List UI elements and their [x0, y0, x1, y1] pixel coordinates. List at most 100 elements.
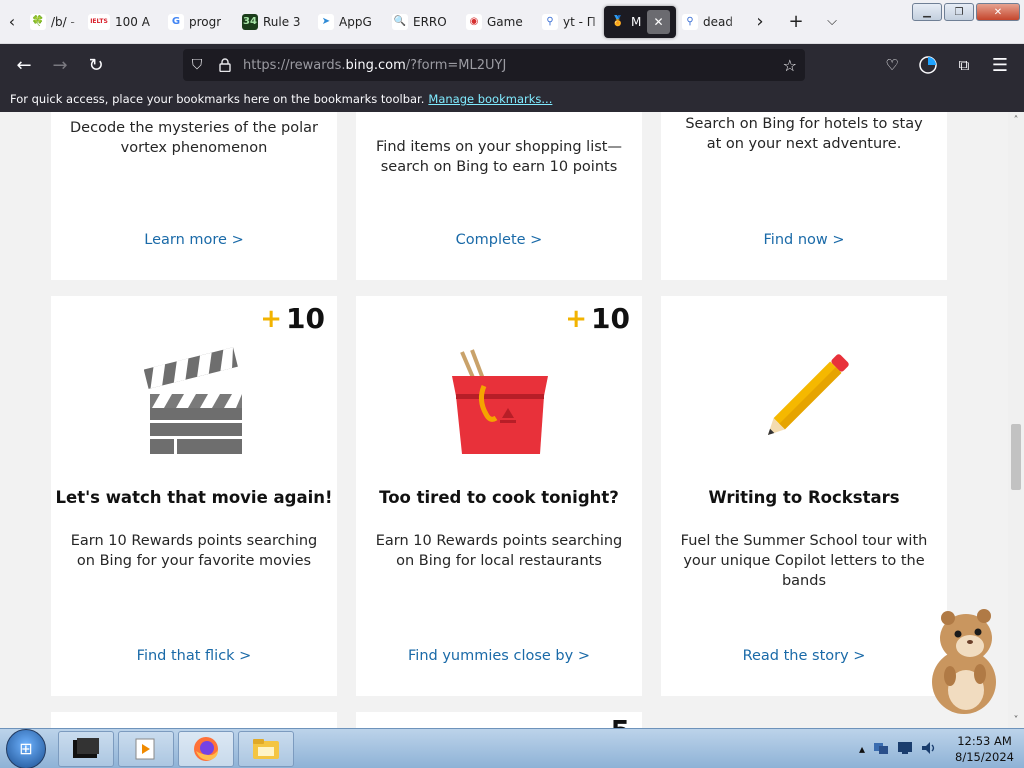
account-icon[interactable] — [910, 47, 946, 83]
start-button[interactable]: ⊞ — [6, 728, 46, 768]
card-description: Decode the mysteries of the polar vortex… — [70, 120, 318, 156]
medal-icon: 🏅 — [610, 13, 626, 30]
forward-button[interactable]: → — [42, 47, 78, 83]
clock-time: 12:53 AM — [957, 734, 1012, 748]
restore-button[interactable]: ❐ — [944, 3, 974, 21]
taskbar-media-player-icon[interactable] — [118, 730, 174, 767]
tab-strip: ‹ 🍀/b/ - R IELTS 100 A Gprogr 34 Rule 3 ➤ AppG 🔍… — [0, 0, 1024, 44]
page-content: Decode the mysteries of the polar vortex… — [0, 112, 1008, 728]
reload-button[interactable]: ↻ — [78, 47, 114, 83]
rule34-icon: 34 — [242, 13, 258, 30]
tab-list: 🍀/b/ - R IELTS 100 A Gprogr 34 Rule 3 ➤ AppG 🔍 ER… — [24, 5, 742, 38]
points-value: 10 — [286, 302, 325, 335]
find-yummies-link[interactable]: Find yummies close by > — [356, 648, 642, 664]
read-the-story-link[interactable]: Read the story > — [661, 648, 947, 664]
new-tab-button[interactable]: + — [778, 0, 814, 44]
scroll-down-arrow-icon[interactable]: ˅ — [1008, 712, 1024, 728]
taskbar-explorer-icon[interactable] — [238, 730, 294, 767]
toolbar-right-buttons: ♡ ⧉ ☰ — [874, 47, 1018, 83]
close-tab-icon[interactable]: ✕ — [646, 9, 670, 34]
card-description: Search on Bing for hotels to stay at on … — [685, 116, 923, 152]
card-description: Find items on your shopping list—search … — [376, 139, 622, 175]
page-scrollbar[interactable]: ˄ ˅ — [1008, 112, 1024, 728]
card-hotels[interactable]: Search on Bing for hotels to stay at on … — [661, 112, 947, 280]
tab-0[interactable]: 🍀/b/ - R — [24, 5, 82, 38]
lock-icon[interactable] — [211, 58, 239, 72]
takeout-box-icon — [356, 346, 642, 456]
card-title: Let's watch that movie again! — [55, 488, 333, 507]
tab-fade — [522, 5, 536, 38]
search-icon: 🔍 — [392, 13, 408, 30]
navigation-toolbar: ← → ↻ ⛉ https://rewards.bing.com/?form=M… — [0, 44, 1024, 86]
volume-icon[interactable] — [921, 741, 937, 758]
display-icon[interactable] — [897, 741, 913, 758]
tab-scroll-right-button[interactable]: › — [742, 0, 778, 44]
plus-icon: + — [565, 303, 588, 334]
plus-icon: + — [260, 303, 283, 334]
clover-icon: 🍀 — [30, 13, 46, 30]
minimize-button[interactable]: ▁ — [912, 3, 942, 21]
menu-icon[interactable]: ☰ — [982, 47, 1018, 83]
show-hidden-icons-icon[interactable]: ▴ — [859, 742, 865, 756]
manage-bookmarks-link[interactable]: Manage bookmarks... — [428, 92, 552, 106]
tab-5[interactable]: 🔍 ERRO — [386, 5, 460, 38]
points-badge: +10 — [565, 302, 630, 335]
telegram-icon: ➤ — [318, 13, 334, 30]
card-partial[interactable] — [51, 712, 337, 728]
card-polar-vortex[interactable]: Decode the mysteries of the polar vortex… — [51, 112, 337, 280]
url-domain: bing.com — [345, 57, 406, 73]
tab-3[interactable]: 34 Rule 3 — [236, 5, 312, 38]
tab-6[interactable]: ◉ Game — [460, 5, 536, 38]
card-description: Earn 10 Rewards points searching on Bing… — [70, 533, 318, 569]
learn-more-link[interactable]: Learn more > — [51, 232, 337, 248]
taskbar-firefox-icon[interactable] — [178, 730, 234, 767]
card-movie[interactable]: +10 Let's watch that movie again! Earn 1… — [51, 296, 337, 696]
scroll-thumb[interactable] — [1011, 424, 1021, 490]
bookmarks-toolbar: For quick access, place your bookmarks h… — [0, 86, 1024, 112]
tab-1[interactable]: IELTS 100 A — [82, 5, 162, 38]
bookmarks-hint: For quick access, place your bookmarks h… — [10, 92, 425, 106]
complete-link[interactable]: Complete > — [356, 232, 642, 248]
tab-fade — [68, 5, 82, 38]
bookmark-star-icon[interactable]: ☆ — [783, 56, 797, 75]
game-icon: ◉ — [466, 13, 482, 30]
tab-fade — [590, 5, 604, 38]
back-button[interactable]: ← — [6, 47, 42, 83]
taskbar-app-terminal-icon[interactable] — [58, 730, 114, 767]
tab-scroll-left-button[interactable]: ‹ — [0, 0, 24, 44]
tab-fade — [148, 5, 162, 38]
extensions-icon[interactable]: ⧉ — [946, 47, 982, 83]
card-description: Fuel the Summer School tour with your un… — [680, 533, 928, 589]
points-badge: +10 — [260, 302, 325, 335]
pocket-icon[interactable]: ♡ — [874, 47, 910, 83]
tab-label: progr — [189, 14, 222, 29]
scroll-up-arrow-icon[interactable]: ˄ — [1008, 112, 1024, 128]
url-bar[interactable]: ⛉ https://rewards.bing.com/?form=ML2UYJ … — [183, 49, 805, 81]
tab-label: Game — [487, 14, 523, 29]
card-description: Earn 10 Rewards points searching on Bing… — [375, 533, 623, 569]
list-all-tabs-button[interactable]: ⌵ — [814, 0, 850, 44]
pencil-icon — [661, 342, 947, 457]
network-icon[interactable] — [873, 741, 889, 758]
tab-2[interactable]: Gprogr — [162, 5, 236, 38]
tab-4[interactable]: ➤ AppG — [312, 5, 386, 38]
card-partial[interactable]: 5 — [356, 712, 642, 728]
find-that-flick-link[interactable]: Find that flick > — [51, 648, 337, 664]
card-shopping-list[interactable]: Find items on your shopping list—search … — [356, 112, 642, 280]
tab-9[interactable]: ⚲ dead — [676, 5, 742, 38]
card-restaurants[interactable]: +10 Too tired to cook tonight? Earn 10 R… — [356, 296, 642, 696]
tab-7[interactable]: ⚲ yt - П — [536, 5, 604, 38]
hamster-sticker-icon — [920, 604, 1008, 720]
tracking-protection-icon[interactable]: ⛉ — [183, 57, 211, 73]
card-rockstars[interactable]: Writing to Rockstars Fuel the Summer Sch… — [661, 296, 947, 696]
close-window-button[interactable]: ✕ — [976, 3, 1020, 21]
url-text[interactable]: https://rewards.bing.com/?form=ML2UYJ — [243, 58, 506, 73]
find-now-link[interactable]: Find now > — [661, 232, 947, 248]
tab-fade — [728, 5, 742, 38]
tab-fade — [298, 5, 312, 38]
taskbar-clock[interactable]: 12:53 AM 8/15/2024 — [955, 733, 1014, 765]
clock-date: 8/15/2024 — [955, 750, 1014, 764]
tab-8[interactable]: 🏅 M ✕ — [604, 5, 676, 38]
tab-label: Rule 3 — [263, 14, 301, 29]
clapperboard-icon — [51, 346, 337, 456]
